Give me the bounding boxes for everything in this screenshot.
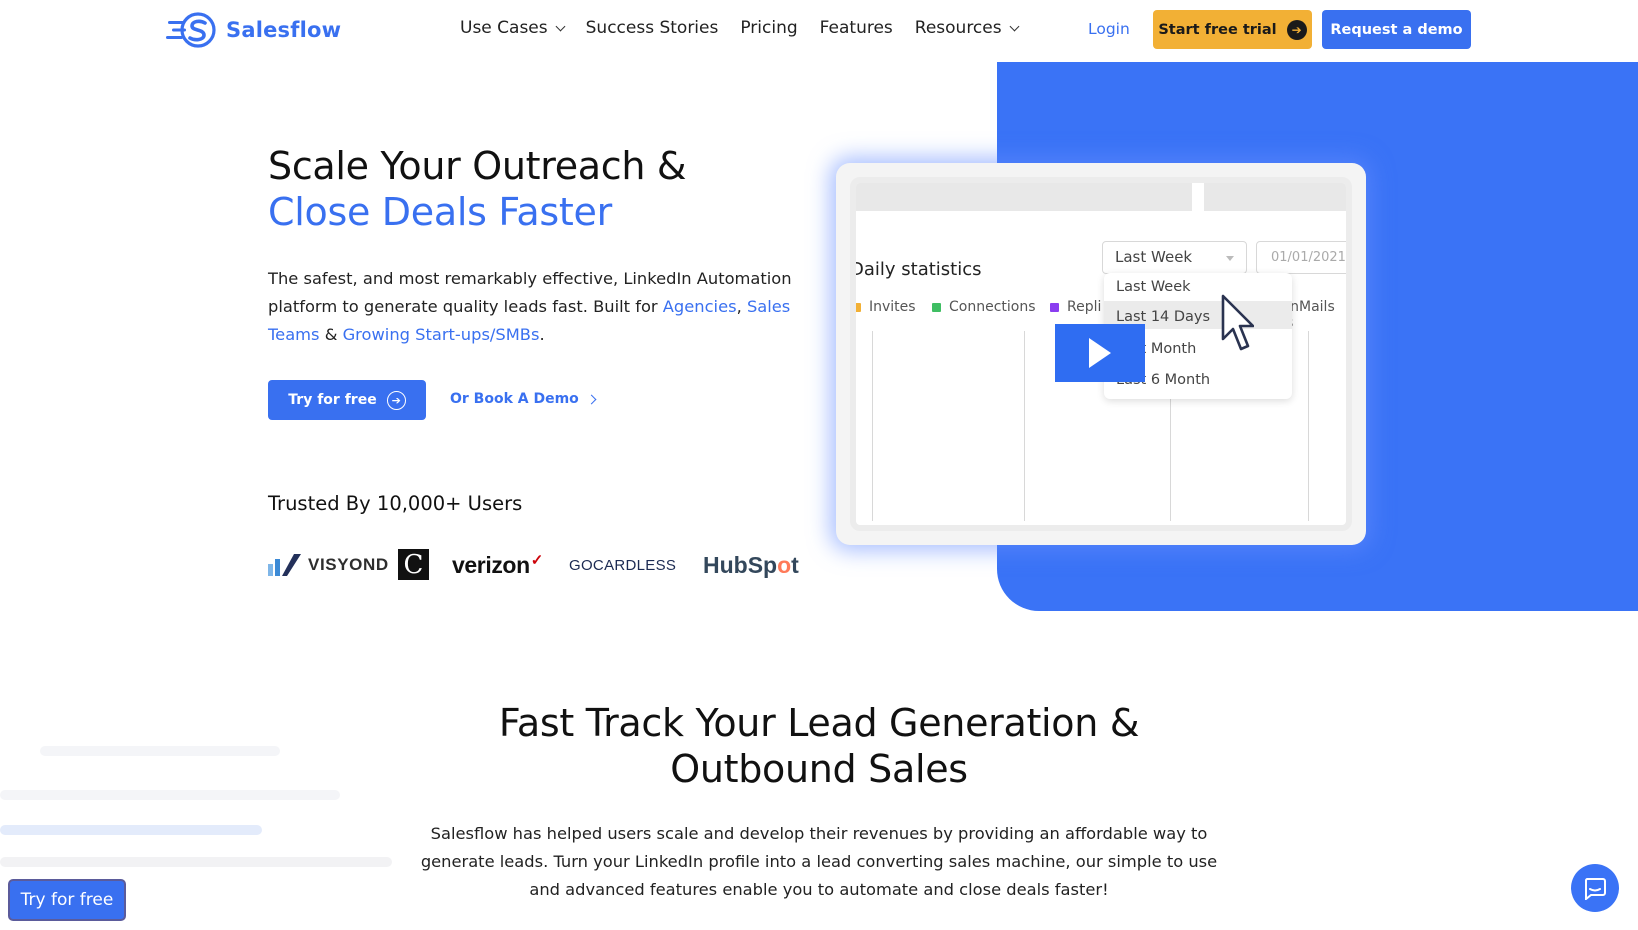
legend-swatch (1050, 302, 1059, 312)
hero-title-accent: Close Deals Faster (268, 190, 612, 234)
hero-desc-sep: , (736, 297, 747, 316)
c-logo: C (398, 549, 429, 580)
dropdown-option: Last Week (1116, 279, 1191, 295)
main-nav: Use Cases Success Stories Pricing Featur… (460, 18, 1040, 38)
start-free-trial-button[interactable]: Start free trial ➔ (1153, 10, 1312, 49)
nav-resources-label: Resources (914, 18, 1002, 38)
hero-title-line1: Scale Your Outreach & (268, 144, 687, 188)
arrow-right-circle-icon: ➔ (1286, 19, 1307, 40)
decorative-bar (0, 857, 392, 867)
legend-label: Connections (949, 299, 1036, 315)
chart-gridline (872, 331, 874, 521)
start-free-trial-label: Start free trial (1158, 21, 1277, 38)
nav-use-cases[interactable]: Use Cases (460, 18, 566, 38)
verizon-wordmark: verizon (452, 551, 530, 578)
caret-down-icon (1226, 256, 1234, 261)
chevron-down-icon (555, 21, 566, 32)
hubspot-wordmark: t (791, 551, 799, 578)
legend-swatch (856, 302, 861, 312)
visyond-mark-icon (268, 554, 301, 576)
nav-resources[interactable]: Resources (914, 18, 1020, 38)
brand-name: Salesflow (226, 18, 342, 42)
dashboard-topbar (856, 183, 1346, 211)
legend-invites: Invites (856, 299, 916, 315)
section-title-line1: Fast Track Your Lead Generation & (498, 701, 1140, 745)
legend-label: InMails s (1286, 299, 1335, 331)
chart-gridline (1024, 331, 1026, 521)
salesflow-logo[interactable]: Salesflow (166, 12, 341, 48)
nav-features-label: Features (819, 18, 893, 38)
floating-try-button[interactable]: Try for free (8, 879, 126, 921)
hubspot-sprocket: o (777, 551, 792, 578)
section-description: Salesflow has helped users scale and dev… (420, 824, 1218, 899)
nav-features[interactable]: Features (820, 18, 893, 38)
verizon-logo: verizon ✓ (452, 550, 543, 580)
try-for-free-button[interactable]: Try for free ➔ (268, 380, 426, 420)
chat-button[interactable] (1571, 864, 1619, 912)
mouse-cursor-icon (1221, 294, 1254, 351)
dashboard-topbar-divider (1192, 183, 1204, 211)
period-select-value: Last Week (1115, 248, 1193, 266)
arrow-right-circle-icon: ➔ (386, 390, 406, 410)
nav-success-stories[interactable]: Success Stories (586, 18, 719, 38)
chat-icon (1584, 878, 1606, 900)
request-demo-button[interactable]: Request a demo (1322, 10, 1471, 49)
nav-success-stories-label: Success Stories (585, 18, 719, 38)
chart-gridline (1308, 331, 1310, 521)
verizon-check-icon: ✓ (530, 552, 544, 569)
request-demo-label: Request a demo (1330, 21, 1463, 38)
hero-desc-sep: & (319, 325, 343, 344)
dropdown-option: Last 14 Days (1116, 309, 1211, 325)
nav-use-cases-label: Use Cases (460, 18, 548, 38)
hubspot-logo: HubSp o t (703, 550, 799, 580)
visyond-logo: VISYOND (268, 550, 389, 580)
legend-connections: Connections (932, 299, 1036, 315)
play-video-button[interactable] (1055, 324, 1145, 382)
chevron-right-icon (586, 394, 597, 404)
book-demo-link[interactable]: Or Book A Demo (450, 391, 597, 407)
date-field: 01/01/2021 (1256, 241, 1346, 274)
section-title-line2: Outbound Sales (670, 747, 968, 791)
decorative-bar (0, 825, 262, 835)
agencies-link[interactable]: Agencies (663, 297, 737, 316)
hero-title: Scale Your Outreach & Close Deals Faster (268, 143, 687, 235)
book-demo-label: Or Book A Demo (450, 391, 579, 407)
period-select: Last Week (1102, 241, 1247, 274)
play-icon (1089, 338, 1111, 368)
nav-pricing[interactable]: Pricing (740, 18, 797, 38)
gocardless-logo: GOCARDLESS (569, 556, 677, 574)
nav-pricing-label: Pricing (740, 18, 798, 38)
legend-swatch (932, 302, 941, 312)
legend-inmails: InMails s (1286, 299, 1346, 331)
chevron-down-icon (1009, 21, 1020, 32)
legend-label: Invites (869, 299, 916, 315)
startups-link[interactable]: Growing Start-ups/SMBs (343, 325, 540, 344)
trusted-heading: Trusted By 10,000+ Users (268, 492, 523, 515)
daily-statistics-title: Daily statistics (850, 259, 982, 280)
login-link[interactable]: Login (1088, 20, 1130, 38)
legend-replies: Repli (1050, 299, 1101, 315)
hero-description: The safest, and most remarkably effectiv… (268, 265, 808, 349)
hubspot-wordmark: HubSp (703, 551, 778, 578)
section-title: Fast Track Your Lead Generation & Outbou… (0, 700, 1638, 792)
salesflow-logo-icon (166, 12, 216, 48)
try-for-free-label: Try for free (288, 392, 377, 408)
visyond-wordmark: VISYOND (308, 555, 389, 574)
hero-desc-end: . (539, 325, 545, 344)
legend-label: Repli (1067, 299, 1102, 315)
